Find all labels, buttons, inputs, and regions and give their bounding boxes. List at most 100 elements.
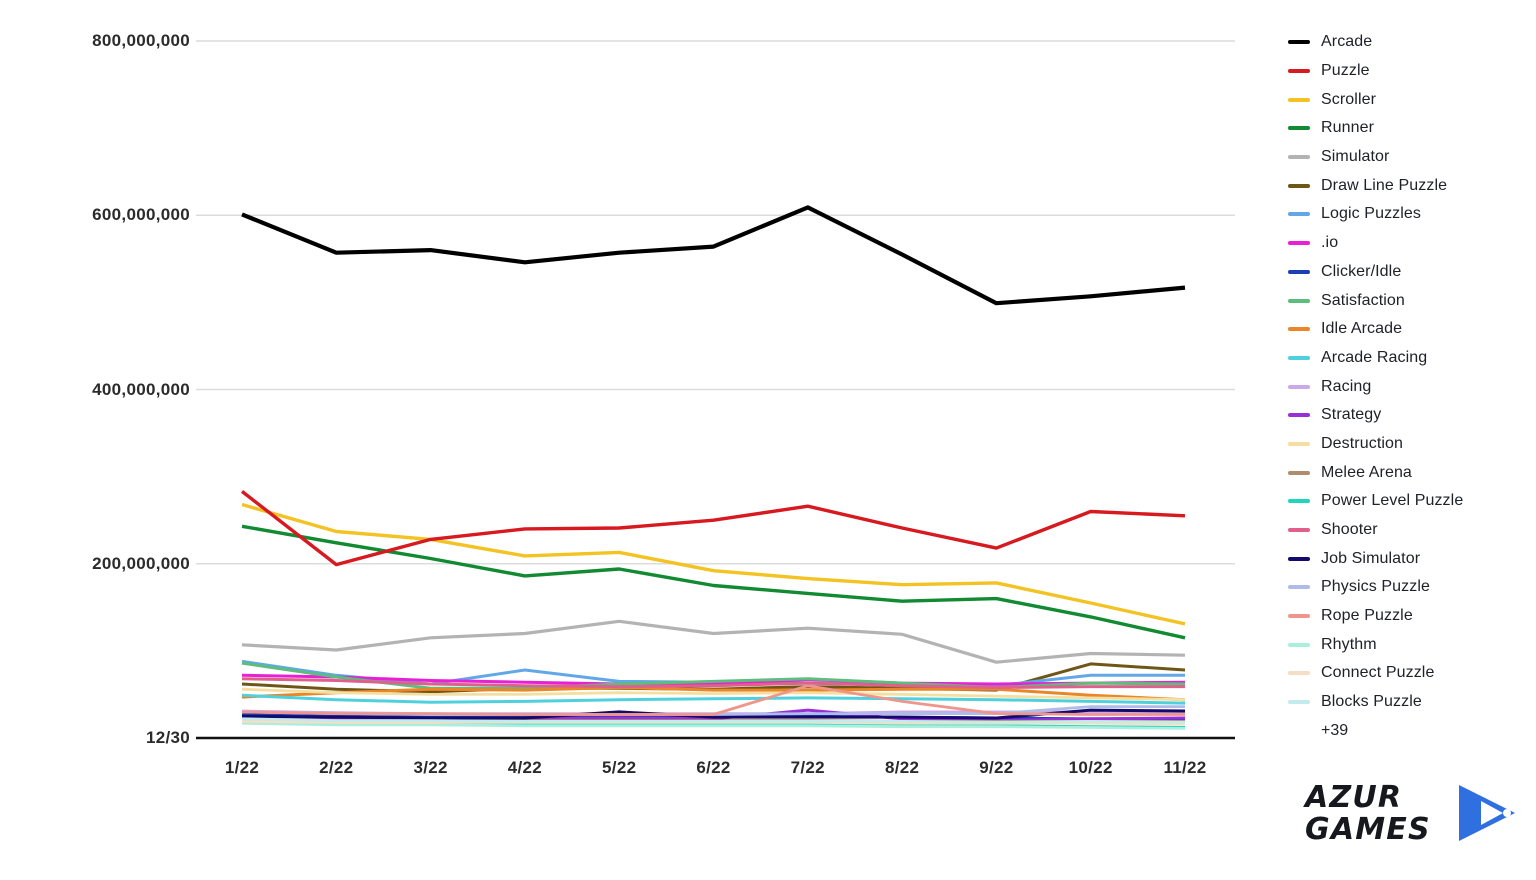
legend-item[interactable]: .io <box>1288 229 1528 258</box>
legend-item[interactable]: Blocks Puzzle <box>1288 688 1528 717</box>
legend-color-swatch <box>1288 212 1310 217</box>
legend-item-label: Physics Puzzle <box>1321 578 1430 596</box>
series-lines <box>240 205 1186 730</box>
legend-item[interactable]: Draw Line Puzzle <box>1288 171 1528 200</box>
legend-item[interactable]: Connect Puzzle <box>1288 659 1528 688</box>
legend-item[interactable]: Power Level Puzzle <box>1288 487 1528 516</box>
legend-item[interactable]: Logic Puzzles <box>1288 200 1528 229</box>
legend-item[interactable]: Satisfaction <box>1288 286 1528 315</box>
legend-item-label: Racing <box>1321 377 1372 395</box>
legend-item[interactable]: Strategy <box>1288 401 1528 430</box>
legend-color-swatch <box>1288 671 1310 676</box>
legend-color-swatch <box>1288 700 1310 705</box>
legend-color-swatch <box>1288 556 1310 561</box>
legend-item[interactable]: Puzzle <box>1288 57 1528 86</box>
chart-page: 800,000,000 600,000,000 400,000,000 200,000… <box>0 0 1536 880</box>
y-tick-label: 200,000,000 <box>92 553 190 573</box>
legend-item-label: Job Simulator <box>1321 549 1421 567</box>
legend-item[interactable]: Job Simulator <box>1288 544 1528 573</box>
legend-color-swatch <box>1288 642 1310 647</box>
legend-more-label: +39 <box>1321 721 1349 739</box>
legend-more-row[interactable]: +39 <box>1288 717 1528 746</box>
legend-color-swatch <box>1288 183 1310 188</box>
x-tick-label: 7/22 <box>790 758 825 777</box>
legend-item[interactable]: Destruction <box>1288 430 1528 459</box>
legend-color-swatch <box>1288 413 1310 418</box>
y-tick-label: 800,000,000 <box>92 31 190 50</box>
legend-color-swatch <box>1288 269 1310 274</box>
x-tick-label: 3/22 <box>413 758 448 777</box>
y-tick-label: 600,000,000 <box>92 205 190 225</box>
legend-item[interactable]: Runner <box>1288 114 1528 143</box>
legend-item-label: Simulator <box>1321 148 1390 166</box>
series-line <box>240 490 1186 567</box>
legend-item-label: Puzzle <box>1321 62 1370 80</box>
legend-item-label: Rhythm <box>1321 635 1377 653</box>
legend-item-label: Strategy <box>1321 406 1382 424</box>
legend-item[interactable]: Melee Arena <box>1288 458 1528 487</box>
y-tick-label: 400,000,000 <box>92 379 190 399</box>
legend-color-swatch <box>1288 241 1310 246</box>
legend-color-swatch <box>1288 585 1310 590</box>
legend-color-swatch <box>1288 384 1310 389</box>
legend-item-label: Blocks Puzzle <box>1321 693 1422 711</box>
legend-item-label: Power Level Puzzle <box>1321 492 1464 510</box>
legend-item-label: Destruction <box>1321 434 1404 452</box>
x-tick-label: 6/22 <box>696 758 731 777</box>
legend-item[interactable]: Scroller <box>1288 85 1528 114</box>
legend-color-swatch <box>1288 441 1310 446</box>
x-tick-label: 5/22 <box>602 758 637 777</box>
legend-item-label: Runner <box>1321 119 1375 137</box>
legend-color-swatch <box>1288 298 1310 303</box>
x-tick-label: 11/22 <box>1163 758 1207 777</box>
x-tick-label: 9/22 <box>979 758 1014 777</box>
legend-color-swatch <box>1288 327 1310 332</box>
legend-item[interactable]: Rope Puzzle <box>1288 602 1528 631</box>
legend-item-label: Idle Arcade <box>1321 320 1403 338</box>
legend-item-label: Connect Puzzle <box>1321 664 1435 682</box>
legend-color-swatch <box>1288 97 1310 102</box>
legend-item[interactable]: Arcade <box>1288 28 1528 57</box>
series-line <box>241 619 1186 664</box>
legend-color-swatch <box>1288 470 1310 475</box>
logo-line-2: GAMES <box>1305 812 1431 847</box>
legend-item-label: Scroller <box>1321 90 1377 108</box>
logo-line-1: AZUR <box>1305 780 1403 815</box>
legend-color-swatch <box>1288 355 1310 360</box>
gridlines <box>196 40 1235 565</box>
legend-item-label: Clicker/Idle <box>1321 262 1402 280</box>
legend-item[interactable]: Arcade Racing <box>1288 344 1528 373</box>
legend-item[interactable]: Clicker/Idle <box>1288 258 1528 287</box>
x-tick-label: 8/22 <box>884 758 920 777</box>
legend-item-label: Rope Puzzle <box>1321 607 1413 625</box>
legend-item-label: Arcade Racing <box>1321 348 1428 366</box>
chart-legend: Arcade Puzzle Scroller Runner Simulator Draw … <box>1288 28 1528 745</box>
legend-item[interactable]: Simulator <box>1288 143 1528 172</box>
series-line <box>241 205 1186 306</box>
legend-item-label: Draw Line Puzzle <box>1321 176 1448 194</box>
legend-item[interactable]: Rhythm <box>1288 630 1528 659</box>
legend-color-swatch <box>1288 528 1310 533</box>
legend-item[interactable]: Idle Arcade <box>1288 315 1528 344</box>
legend-color-swatch <box>1288 126 1310 131</box>
legend-item-label: Logic Puzzles <box>1321 205 1422 223</box>
legend-color-swatch <box>1288 499 1310 504</box>
x-tick-label: 1/22 <box>224 758 260 777</box>
axis-origin-label: 12/30 <box>145 728 190 747</box>
legend-item-label: Melee Arena <box>1321 463 1412 481</box>
legend-item[interactable]: Physics Puzzle <box>1288 573 1528 602</box>
legend-color-swatch <box>1288 155 1310 160</box>
series-line <box>241 524 1186 640</box>
legend-color-swatch <box>1288 614 1310 619</box>
legend-color-swatch <box>1288 40 1310 45</box>
logo-wordmark: AZUR GAMES <box>1305 782 1431 846</box>
legend-color-swatch <box>1288 69 1310 74</box>
azur-games-logo: AZUR GAMES <box>1305 780 1520 852</box>
x-tick-label: 4/22 <box>507 758 543 777</box>
legend-item[interactable]: Shooter <box>1288 516 1528 545</box>
x-tick-label: 10/22 <box>1068 758 1113 777</box>
legend-item[interactable]: Racing <box>1288 372 1528 401</box>
legend-item-label: Arcade <box>1321 33 1373 51</box>
chart-plot-area: 800,000,000 600,000,000 400,000,000 200,000… <box>0 0 1270 790</box>
play-triangle-icon <box>1459 785 1515 841</box>
